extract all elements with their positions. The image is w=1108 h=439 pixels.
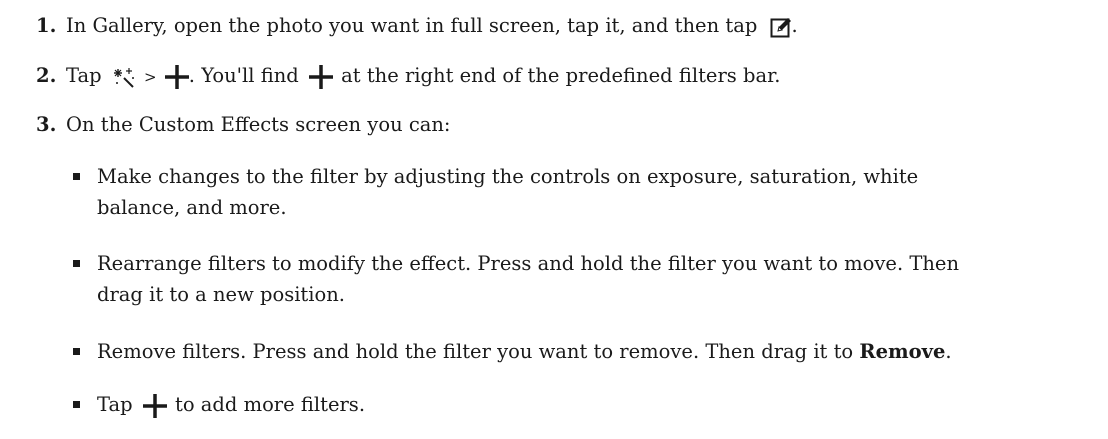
substep-text: Make changes to the filter by adjusting … bbox=[97, 165, 919, 219]
bullet-icon bbox=[73, 260, 80, 267]
step-1: 1. In Gallery, open the photo you want i… bbox=[36, 14, 798, 38]
remove-label: Remove bbox=[859, 340, 946, 363]
list-item: Tap to add more filters. bbox=[73, 389, 997, 420]
substep-text-end: to add more filters. bbox=[175, 393, 366, 416]
plus-icon bbox=[308, 64, 333, 89]
step-number: 1. bbox=[36, 14, 57, 37]
step-3: 3. On the Custom Effects screen you can: bbox=[36, 113, 451, 136]
step-1-end: . bbox=[791, 14, 798, 37]
plus-icon bbox=[164, 64, 189, 89]
step-number: 2. bbox=[36, 64, 57, 87]
list-item: Remove filters. Press and hold the filte… bbox=[73, 336, 997, 367]
bullet-icon bbox=[73, 401, 80, 408]
plus-icon bbox=[142, 393, 167, 418]
step-text: On the Custom Effects screen you can: bbox=[66, 113, 451, 136]
list-item: Rearrange filters to modify the effect. … bbox=[73, 248, 997, 310]
substep-end: . bbox=[945, 340, 952, 363]
substep-text: Rearrange filters to modify the effect. … bbox=[97, 252, 960, 306]
step-2-text-find: . You'll find bbox=[188, 64, 299, 87]
step-2: 2. Tap > . You'll find at the right end … bbox=[36, 64, 780, 89]
bullet-icon bbox=[73, 173, 80, 180]
step-2-text-end: at the right end of the predefined filte… bbox=[341, 64, 781, 87]
effects-wand-icon bbox=[112, 65, 136, 89]
substep-text-tap: Tap bbox=[97, 393, 133, 416]
step-2-text-tap: Tap bbox=[66, 64, 102, 87]
bullet-icon bbox=[73, 348, 80, 355]
step-2-chevron: > bbox=[144, 68, 157, 86]
edit-icon bbox=[770, 16, 792, 38]
step-number: 3. bbox=[36, 113, 57, 136]
substep-text: Remove filters. Press and hold the filte… bbox=[97, 340, 854, 363]
list-item: Make changes to the filter by adjusting … bbox=[73, 161, 997, 223]
step-1-text: In Gallery, open the photo you want in f… bbox=[66, 14, 758, 37]
step-text: In Gallery, open the photo you want in f… bbox=[66, 14, 798, 38]
step-text: Tap > . You'll find at the right end of … bbox=[66, 64, 780, 89]
